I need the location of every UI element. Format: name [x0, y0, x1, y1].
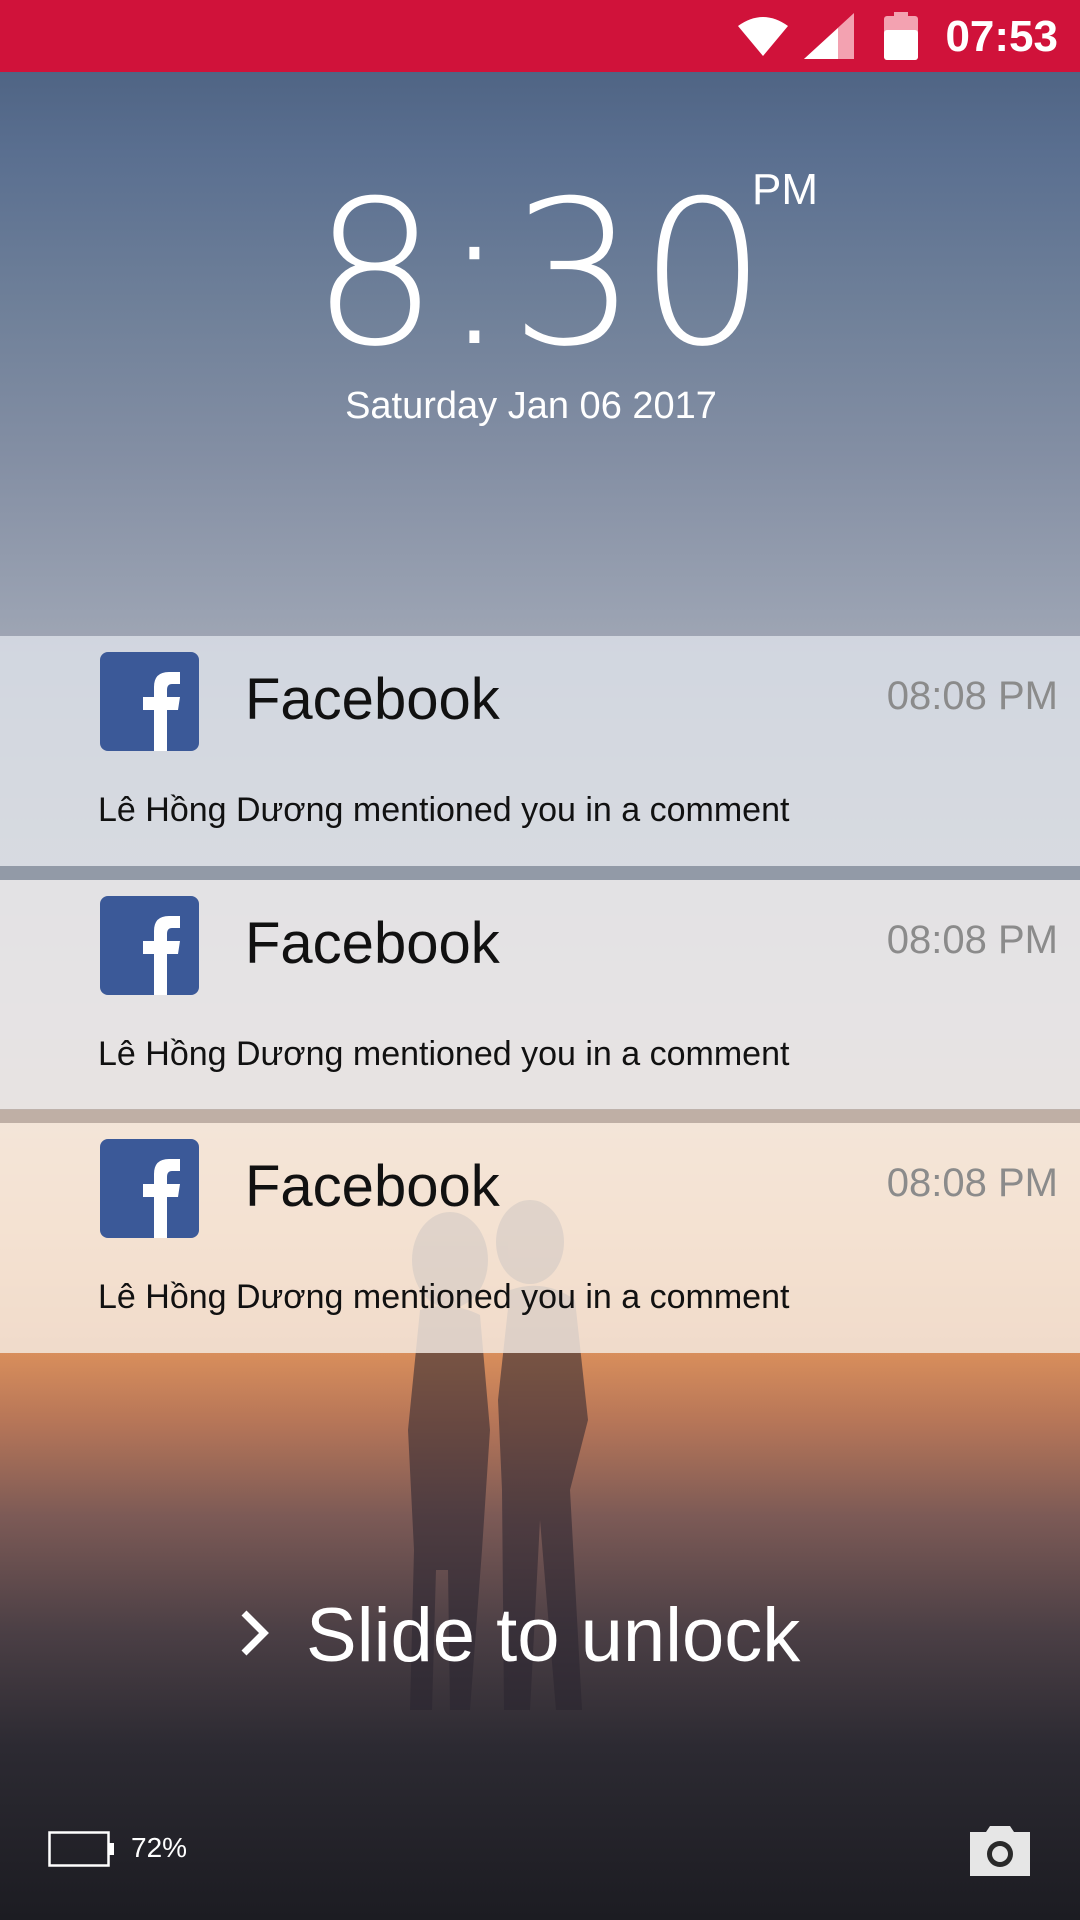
lock-clock-ampm: PM	[752, 165, 818, 214]
chevron-right-icon	[240, 1609, 270, 1662]
notification-divider	[0, 866, 1080, 880]
notification-time: 08:08 PM	[886, 674, 1058, 718]
battery-percent: 72%	[131, 1832, 188, 1863]
notification-divider	[0, 1109, 1080, 1123]
notification-app-name: Facebook	[245, 911, 500, 976]
notification-app-name: Facebook	[245, 1154, 500, 1219]
slide-to-unlock-label: Slide to unlock	[306, 1592, 801, 1678]
notification-time: 08:08 PM	[886, 1161, 1058, 1205]
notification-app-name: Facebook	[245, 667, 500, 732]
wifi-icon	[738, 0, 788, 72]
notification-card[interactable]: Facebook 08:08 PM Lê Hồng Dương mentione…	[0, 636, 1080, 866]
lock-screen: 07:53 8:30 PM Saturday Jan 06 2017 Faceb…	[0, 0, 1080, 1920]
lock-clock-time: 8:30	[311, 158, 769, 391]
status-bar: 07:53	[0, 0, 1080, 72]
battery-icon	[884, 0, 918, 72]
facebook-icon	[100, 896, 199, 995]
status-time: 07:53	[945, 12, 1058, 61]
notification-text: Lê Hồng Dương mentioned you in a comment	[98, 1278, 790, 1316]
notification-card[interactable]: Facebook 08:08 PM Lê Hồng Dương mentione…	[0, 1123, 1080, 1353]
notification-text: Lê Hồng Dương mentioned you in a comment	[98, 791, 790, 829]
camera-icon[interactable]	[970, 1826, 1030, 1876]
facebook-icon	[100, 652, 199, 751]
lock-clock-date: Saturday Jan 06 2017	[345, 385, 717, 427]
battery-outline-icon	[48, 1831, 116, 1872]
notification-card[interactable]: Facebook 08:08 PM Lê Hồng Dương mentione…	[0, 880, 1080, 1110]
notification-time: 08:08 PM	[886, 918, 1058, 962]
cell-signal-icon	[804, 0, 854, 72]
facebook-icon	[100, 1139, 199, 1238]
notification-text: Lê Hồng Dương mentioned you in a comment	[98, 1035, 790, 1073]
slide-to-unlock[interactable]: Slide to unlock	[240, 1590, 800, 1680]
